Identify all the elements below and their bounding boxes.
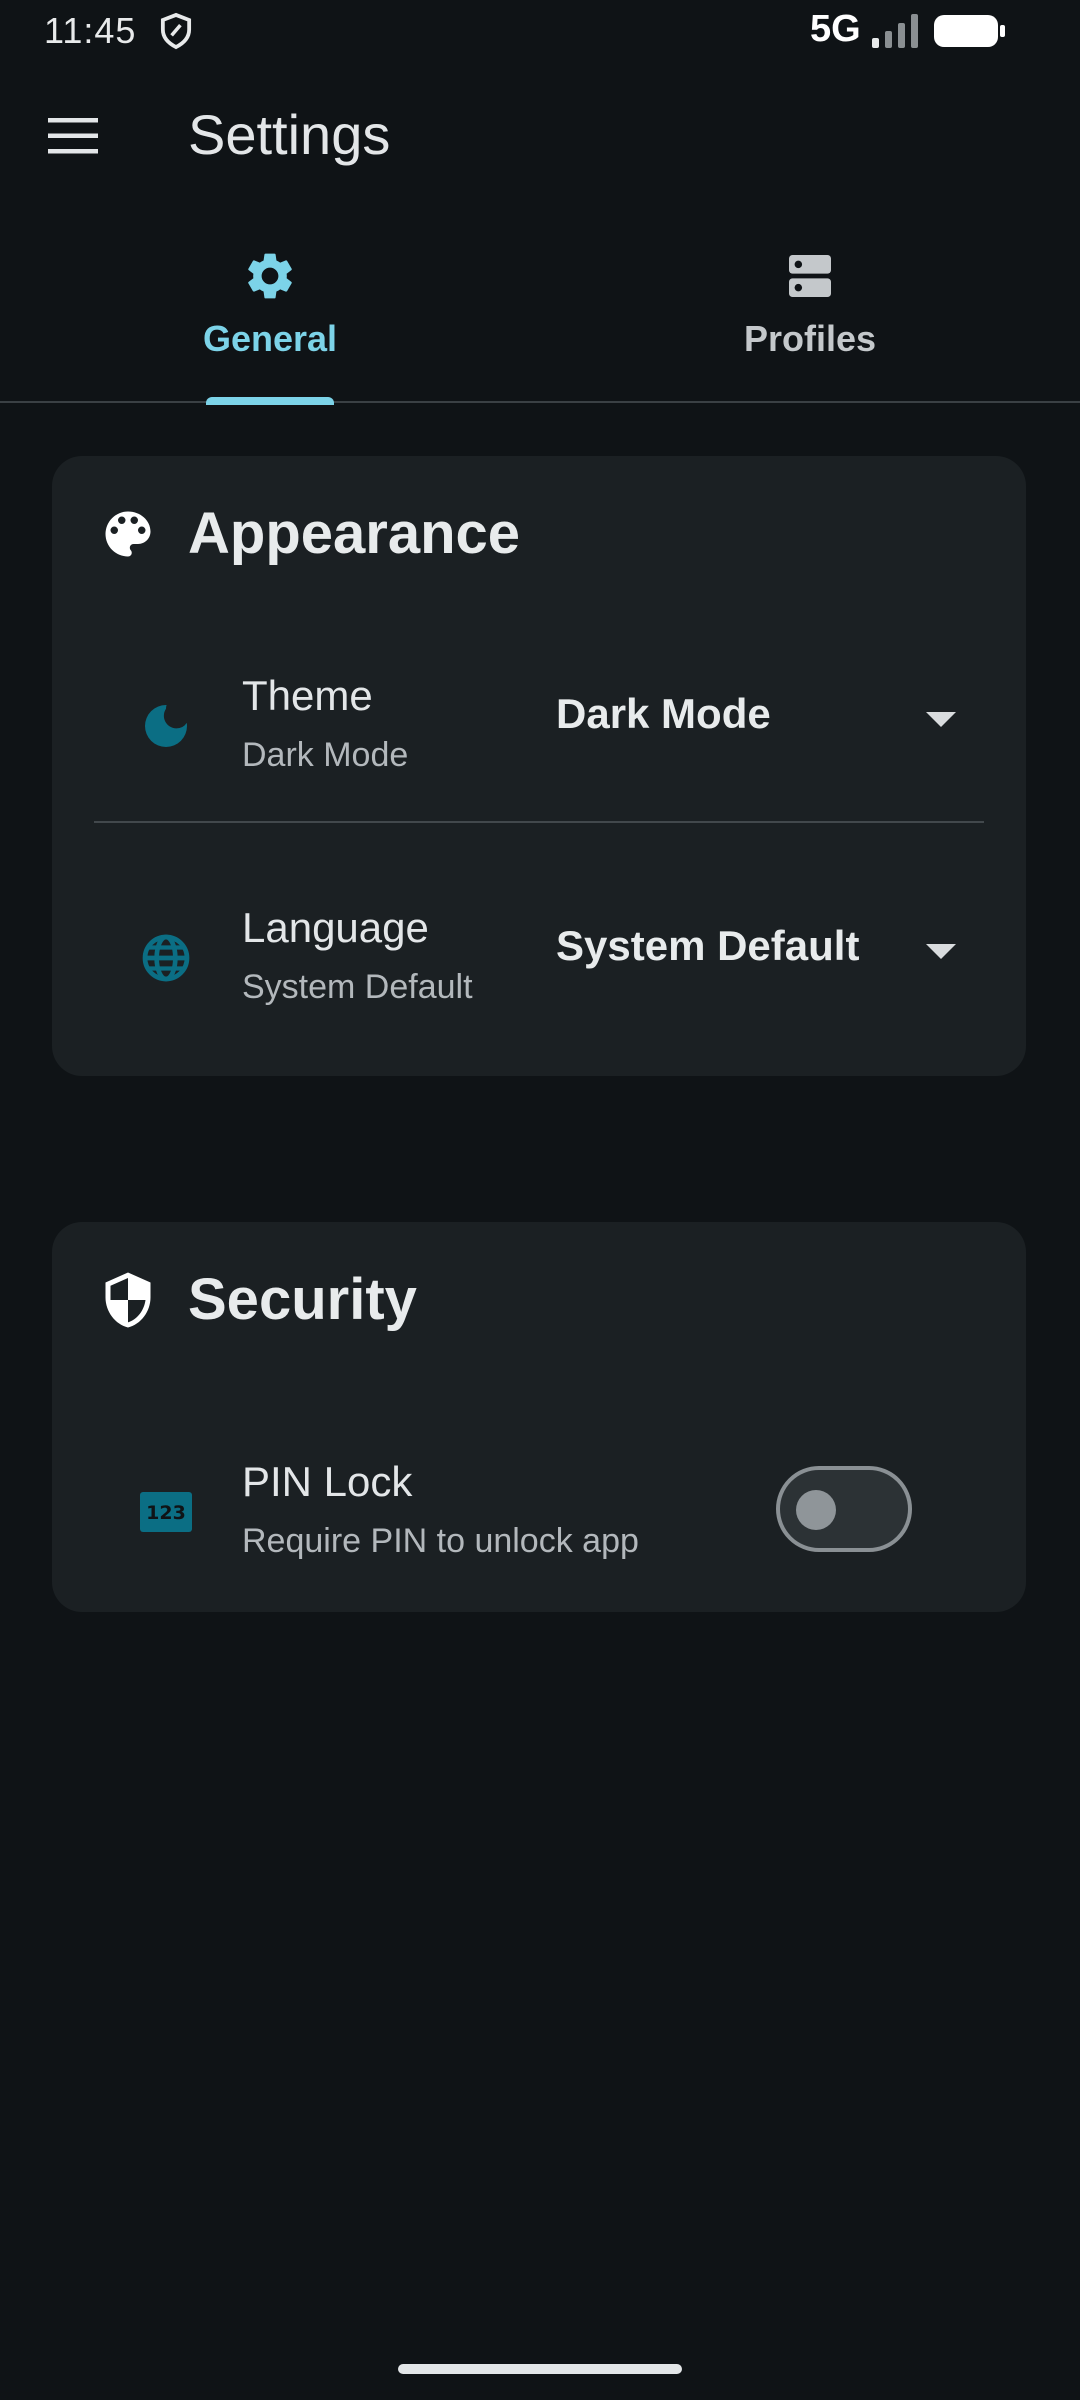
security-card: Security 123 PIN Lock Require PIN to unl… [52,1222,1026,1612]
theme-title: Theme [242,672,373,719]
tab-profiles-label: Profiles [743,318,877,359]
theme-subtitle: Dark Mode [242,736,409,774]
page-title: Settings [188,103,391,166]
tab-selected-indicator [206,397,334,405]
appearance-title: Appearance [188,501,521,566]
gear-icon [248,253,292,299]
security-title: Security [188,1267,417,1332]
tab-bar: General Profiles [0,228,1080,405]
toggle-knob [796,1490,836,1530]
pin-lock-toggle[interactable] [776,1466,912,1552]
dropdown-arrow-icon [926,712,956,727]
pin-lock-setting-row[interactable]: 123 PIN Lock Require PIN to unlock app [52,1422,1026,1602]
battery-icon [934,15,1005,47]
app-bar: Settings [0,70,1080,200]
pin-123-icon: 123 [140,1492,192,1532]
menu-icon[interactable] [48,118,98,154]
settings-screen: 11:45 5G Settings General Profiles Appea… [0,0,1080,2400]
globe-icon [142,934,190,982]
pin-lock-title: PIN Lock [242,1458,413,1505]
network-type: 5G [810,8,861,50]
theme-dropdown[interactable]: Dark Mode [556,678,976,758]
language-subtitle: System Default [242,968,473,1006]
theme-setting-row[interactable]: Theme Dark Mode Dark Mode [52,636,1026,816]
language-setting-row[interactable]: Language System Default System Default [52,868,1026,1048]
pin-lock-subtitle: Require PIN to unlock app [242,1522,639,1560]
moon-icon [145,705,187,747]
theme-dropdown-value: Dark Mode [556,690,771,737]
tab-general[interactable]: General [0,228,540,405]
language-title: Language [242,904,429,951]
status-bar: 11:45 5G [0,0,1080,62]
signal-icon [872,14,918,48]
shield-icon [160,12,192,50]
language-dropdown[interactable]: System Default [556,910,976,990]
dns-icon [789,255,831,297]
language-dropdown-value: System Default [556,922,860,969]
svg-text:123: 123 [146,1502,186,1524]
security-shield-icon [105,1272,151,1328]
tab-general-label: General [202,318,338,359]
dropdown-arrow-icon [926,944,956,959]
divider [94,821,984,823]
tab-profiles[interactable]: Profiles [540,228,1080,403]
appearance-card: Appearance Theme Dark Mode Dark Mode Lan… [52,456,1026,1076]
status-time: 11:45 [44,10,137,51]
palette-icon [105,511,151,557]
home-indicator[interactable] [398,2364,682,2374]
